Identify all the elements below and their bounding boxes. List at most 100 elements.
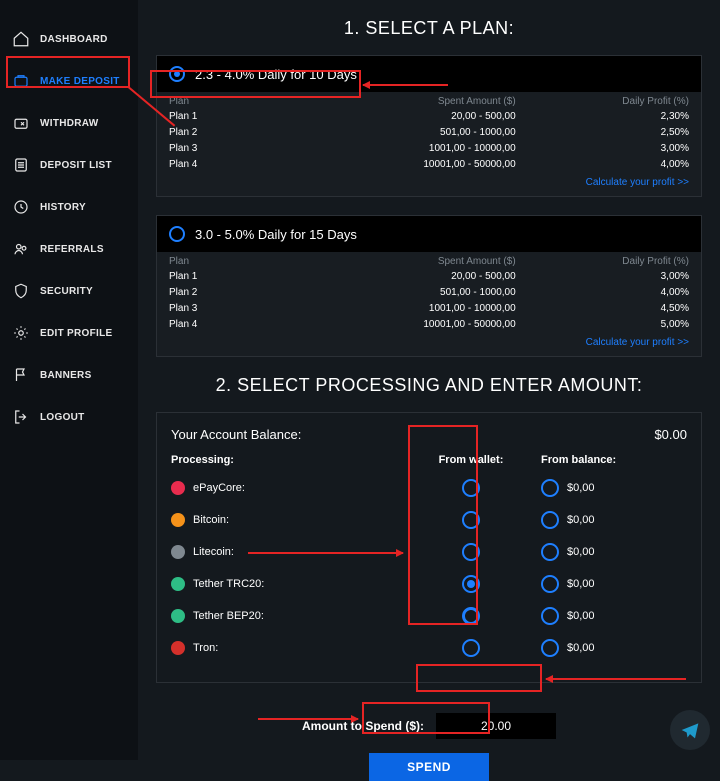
sidebar-item-label: REFERRALS (40, 244, 104, 255)
col-profit: Daily Profit (%) (516, 96, 689, 107)
sidebar-item-logout[interactable]: LOGOUT (0, 396, 138, 438)
flag-icon (12, 366, 30, 384)
sidebar-item-label: DEPOSIT LIST (40, 160, 112, 171)
plan-card-2: 3.0 - 5.0% Daily for 15 Days Plan Spent … (156, 215, 702, 357)
proc-balance: $0,00 (567, 610, 595, 622)
amount-input[interactable] (436, 713, 556, 739)
amount-row: Amount to Spend ($): (156, 713, 702, 739)
plan-row: Plan 120,00 - 500,002,30% (169, 109, 689, 125)
sidebar-item-label: EDIT PROFILE (40, 328, 113, 339)
proc-balance: $0,00 (567, 578, 595, 590)
processing-row-tether-bep20: Tether BEP20: $0,00 (171, 600, 687, 632)
sidebar-item-deposit-list[interactable]: DEPOSIT LIST (0, 144, 138, 186)
radio-icon (169, 226, 185, 242)
col-plan: Plan (169, 96, 342, 107)
bitcoin-icon (171, 513, 185, 527)
col-processing: Processing: (171, 454, 411, 466)
processing-panel: Your Account Balance: $0.00 Processing: … (156, 412, 702, 683)
spend-button[interactable]: SPEND (369, 753, 489, 781)
proc-balance: $0,00 (567, 546, 595, 558)
balance-row: Your Account Balance: $0.00 (171, 427, 687, 442)
users-icon (12, 240, 30, 258)
list-icon (12, 156, 30, 174)
sidebar-item-referrals[interactable]: REFERRALS (0, 228, 138, 270)
clock-icon (12, 198, 30, 216)
processing-row-epaycore: ePayCore: $0,00 (171, 472, 687, 504)
sidebar: DASHBOARD MAKE DEPOSIT WITHDRAW DEPOSIT … (0, 0, 138, 760)
processing-columns: Processing: From wallet: From balance: (171, 454, 687, 472)
main-content: 1. SELECT A PLAN: 2.3 - 4.0% Daily for 1… (138, 0, 720, 760)
balance-radio[interactable] (541, 511, 559, 529)
processing-row-tether-trc20: Tether TRC20: $0,00 (171, 568, 687, 600)
balance-label: Your Account Balance: (171, 427, 301, 442)
plan-header-2[interactable]: 3.0 - 5.0% Daily for 15 Days (157, 216, 701, 252)
withdraw-icon (12, 114, 30, 132)
balance-radio[interactable] (541, 607, 559, 625)
plan-row: Plan 31001,00 - 10000,003,00% (169, 141, 689, 157)
logout-icon (12, 408, 30, 426)
plan-row: Plan 31001,00 - 10000,004,50% (169, 301, 689, 317)
proc-name: Litecoin: (171, 545, 411, 559)
plan-card-1: 2.3 - 4.0% Daily for 10 Days Plan Spent … (156, 55, 702, 197)
processing-row-bitcoin: Bitcoin: $0,00 (171, 504, 687, 536)
radio-icon (169, 66, 185, 82)
proc-name: Tether BEP20: (171, 609, 411, 623)
sidebar-item-label: BANNERS (40, 370, 92, 381)
wallet-icon (12, 72, 30, 90)
wallet-radio[interactable] (462, 543, 480, 561)
tether-icon (171, 577, 185, 591)
processing-row-litecoin: Litecoin: $0,00 (171, 536, 687, 568)
sidebar-item-history[interactable]: HISTORY (0, 186, 138, 228)
sidebar-item-edit-profile[interactable]: EDIT PROFILE (0, 312, 138, 354)
shield-icon (12, 282, 30, 300)
wallet-radio[interactable] (462, 639, 480, 657)
plan-header-1[interactable]: 2.3 - 4.0% Daily for 10 Days (157, 56, 701, 92)
sidebar-item-make-deposit[interactable]: MAKE DEPOSIT (0, 60, 138, 102)
telegram-icon (680, 720, 700, 740)
plan-row: Plan 410001,00 - 50000,005,00% (169, 317, 689, 333)
balance-radio[interactable] (541, 543, 559, 561)
tron-icon (171, 641, 185, 655)
col-from-wallet: From wallet: (411, 454, 531, 466)
calculate-profit-link[interactable]: Calculate your profit >> (157, 335, 701, 356)
sidebar-item-label: MAKE DEPOSIT (40, 76, 120, 87)
proc-balance: $0,00 (567, 514, 595, 526)
proc-balance: $0,00 (567, 482, 595, 494)
sidebar-item-label: DASHBOARD (40, 34, 108, 45)
proc-balance: $0,00 (567, 642, 595, 654)
plan-title: 3.0 - 5.0% Daily for 15 Days (195, 227, 357, 242)
col-spent: Spent Amount ($) (342, 96, 515, 107)
balance-value: $0.00 (654, 427, 687, 442)
balance-radio[interactable] (541, 575, 559, 593)
plan-row: Plan 120,00 - 500,003,00% (169, 269, 689, 285)
amount-label: Amount to Spend ($): (302, 719, 424, 733)
proc-name: Tron: (171, 641, 411, 655)
sidebar-item-dashboard[interactable]: DASHBOARD (0, 18, 138, 60)
sidebar-item-label: SECURITY (40, 286, 93, 297)
telegram-button[interactable] (670, 710, 710, 750)
plan-rows: Plan 120,00 - 500,002,30% Plan 2501,00 -… (157, 109, 701, 175)
sidebar-item-banners[interactable]: BANNERS (0, 354, 138, 396)
balance-radio[interactable] (541, 639, 559, 657)
plan-columns: Plan Spent Amount ($) Daily Profit (%) (157, 252, 701, 269)
sidebar-item-label: WITHDRAW (40, 118, 99, 129)
plan-title: 2.3 - 4.0% Daily for 10 Days (195, 67, 357, 82)
plan-row: Plan 410001,00 - 50000,004,00% (169, 157, 689, 173)
wallet-radio[interactable] (462, 479, 480, 497)
proc-name: Tether TRC20: (171, 577, 411, 591)
litecoin-icon (171, 545, 185, 559)
plan-rows: Plan 120,00 - 500,003,00% Plan 2501,00 -… (157, 269, 701, 335)
wallet-radio[interactable] (462, 511, 480, 529)
sidebar-item-label: LOGOUT (40, 412, 85, 423)
wallet-radio[interactable] (462, 575, 480, 593)
proc-name: ePayCore: (171, 481, 411, 495)
sidebar-item-security[interactable]: SECURITY (0, 270, 138, 312)
balance-radio[interactable] (541, 479, 559, 497)
sidebar-item-withdraw[interactable]: WITHDRAW (0, 102, 138, 144)
home-icon (12, 30, 30, 48)
gear-icon (12, 324, 30, 342)
plan-columns: Plan Spent Amount ($) Daily Profit (%) (157, 92, 701, 109)
wallet-radio[interactable] (462, 607, 480, 625)
sidebar-item-label: HISTORY (40, 202, 86, 213)
calculate-profit-link[interactable]: Calculate your profit >> (157, 175, 701, 196)
